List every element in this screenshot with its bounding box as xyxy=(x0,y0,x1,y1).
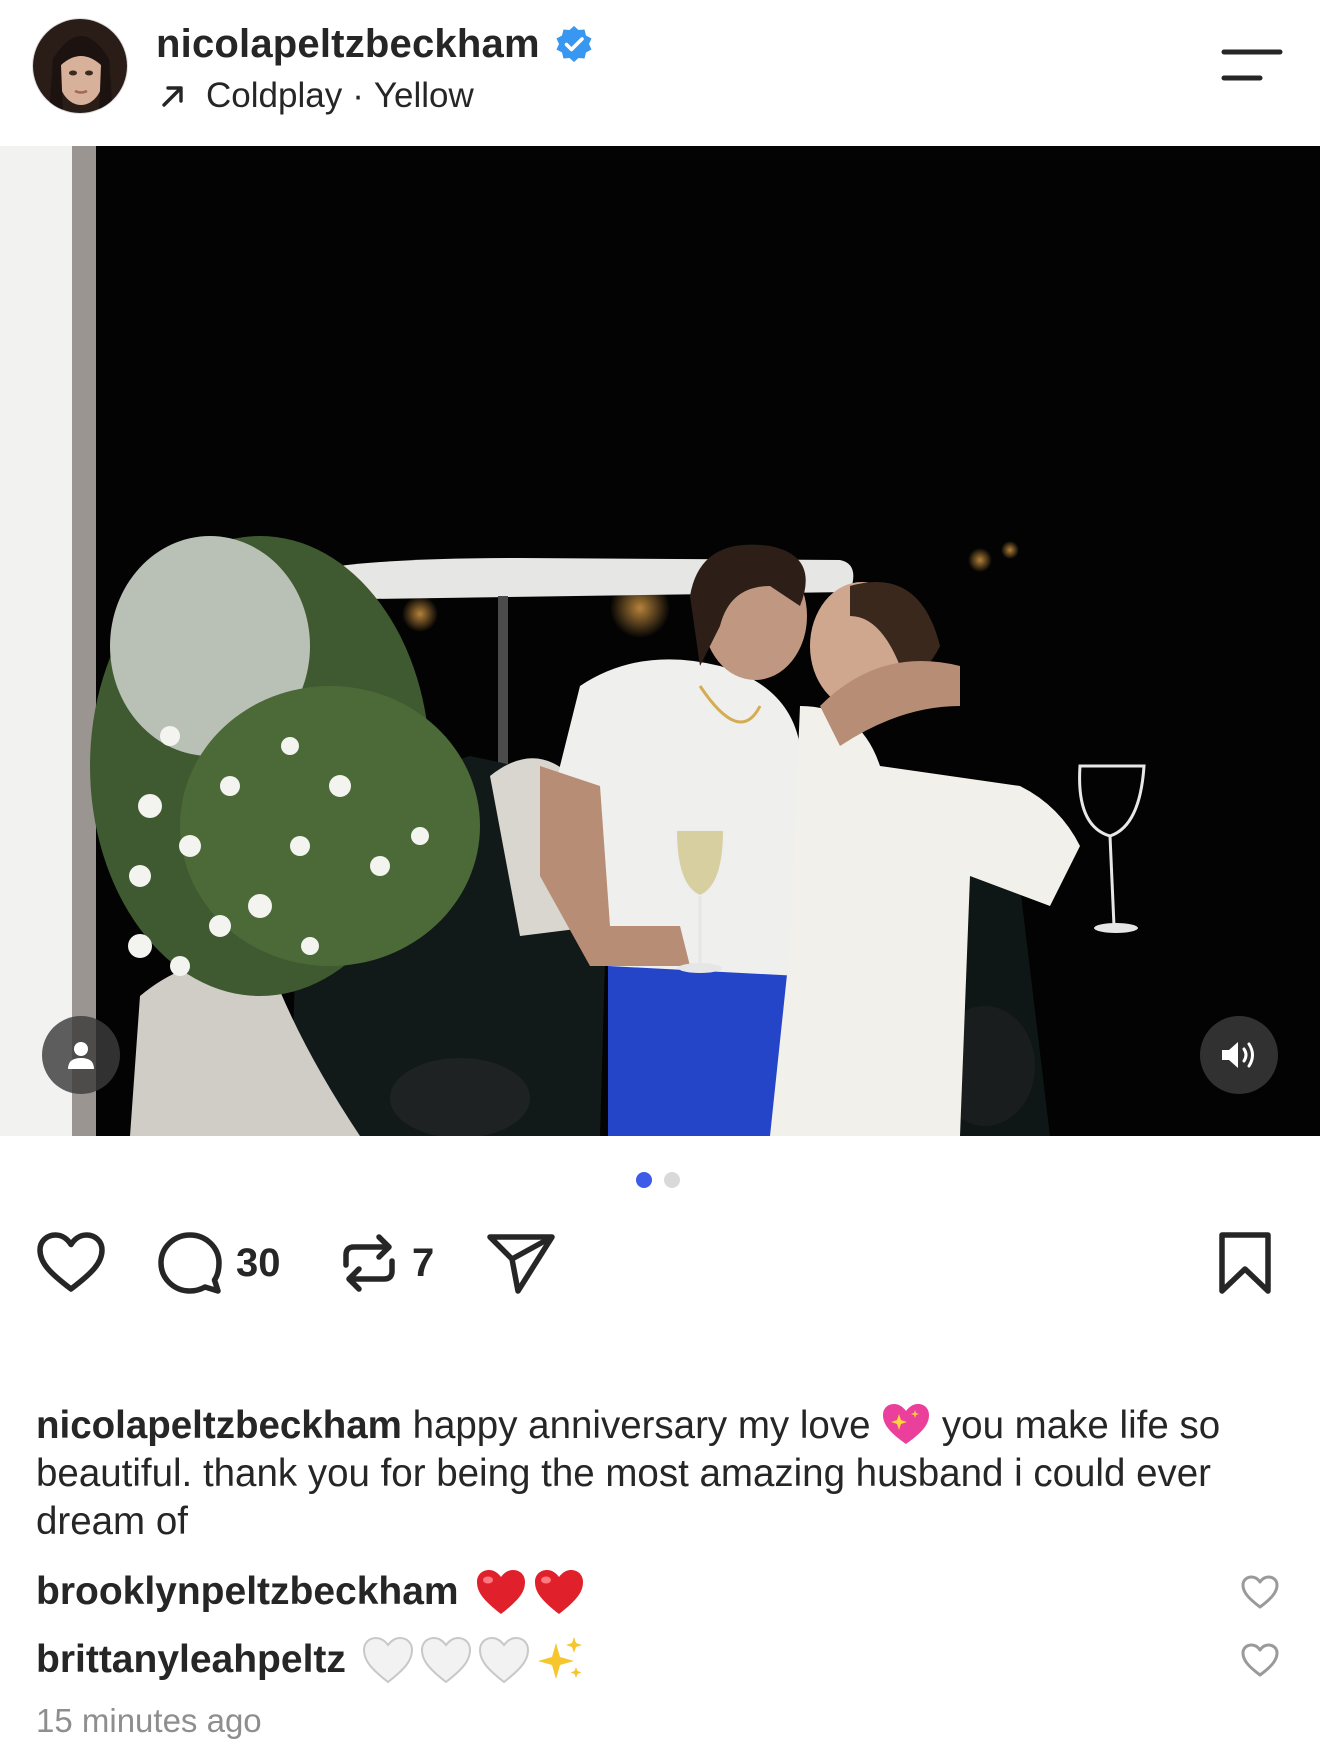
comment-like-heart-icon[interactable] xyxy=(1240,1642,1280,1678)
menu-icon[interactable] xyxy=(1220,46,1284,86)
red-heart-icon xyxy=(534,1570,583,1614)
arrow-up-right-icon xyxy=(162,86,183,107)
post-header: nicolapeltzbeckham Coldplay · Yellow xyxy=(0,0,1320,146)
speaker-icon xyxy=(1222,1042,1254,1068)
white-heart-icon xyxy=(478,1636,529,1684)
music-attribution[interactable]: Coldplay · Yellow xyxy=(158,72,474,120)
person-icon xyxy=(68,1042,94,1069)
music-separator: · xyxy=(352,76,364,115)
like-button[interactable] xyxy=(36,1228,106,1298)
action-bar: 30 7 xyxy=(36,1228,1286,1298)
post-caption: nicolapeltzbeckham happy anniversary my … xyxy=(36,1402,1286,1546)
verified-badge-icon xyxy=(556,26,592,62)
comment-emojis xyxy=(362,1635,586,1685)
carousel-dot[interactable] xyxy=(664,1172,680,1188)
music-title: Yellow xyxy=(373,76,474,115)
save-button[interactable] xyxy=(1216,1228,1274,1298)
comment-item: brittanyleahpeltz xyxy=(36,1630,1286,1690)
comment-emojis xyxy=(475,1568,585,1616)
caption-username[interactable]: nicolapeltzbeckham xyxy=(36,1404,402,1447)
bookmark-icon xyxy=(1219,1232,1271,1294)
red-heart-icon xyxy=(476,1570,525,1614)
post-photo[interactable] xyxy=(0,146,1320,1136)
share-button[interactable] xyxy=(486,1228,556,1298)
heart-icon xyxy=(37,1232,105,1292)
post-photo-scene xyxy=(0,146,1320,1136)
white-heart-icon xyxy=(362,1636,413,1684)
sound-toggle-button[interactable] xyxy=(1200,1016,1278,1094)
comment-item: brooklynpeltzbeckham xyxy=(36,1562,1286,1622)
sparkling-heart-icon xyxy=(883,1404,930,1444)
comment-username[interactable]: brooklynpeltzbeckham xyxy=(36,1570,459,1614)
send-icon xyxy=(487,1234,555,1294)
repost-count: 7 xyxy=(412,1240,435,1285)
comment-button[interactable]: 30 xyxy=(158,1228,281,1298)
avatar[interactable] xyxy=(32,18,128,114)
comment-bubble-icon xyxy=(158,1232,222,1294)
comment-count: 30 xyxy=(236,1240,281,1285)
carousel-dot-active[interactable] xyxy=(636,1172,652,1188)
tagged-people-button[interactable] xyxy=(42,1016,120,1094)
carousel-indicator xyxy=(636,1172,680,1188)
caption-text-start: happy anniversary my love xyxy=(401,1404,882,1447)
post-timestamp: 15 minutes ago xyxy=(36,1702,262,1739)
author-username[interactable]: nicolapeltzbeckham xyxy=(156,22,540,67)
comment-username[interactable]: brittanyleahpeltz xyxy=(36,1638,346,1682)
white-heart-icon xyxy=(420,1636,471,1684)
author-row: nicolapeltzbeckham xyxy=(156,18,594,70)
sparkles-icon xyxy=(537,1637,582,1679)
repost-icon xyxy=(343,1234,395,1292)
comment-like-heart-icon[interactable] xyxy=(1240,1574,1280,1610)
music-artist: Coldplay xyxy=(206,76,343,115)
repost-button[interactable]: 7 xyxy=(340,1228,434,1298)
